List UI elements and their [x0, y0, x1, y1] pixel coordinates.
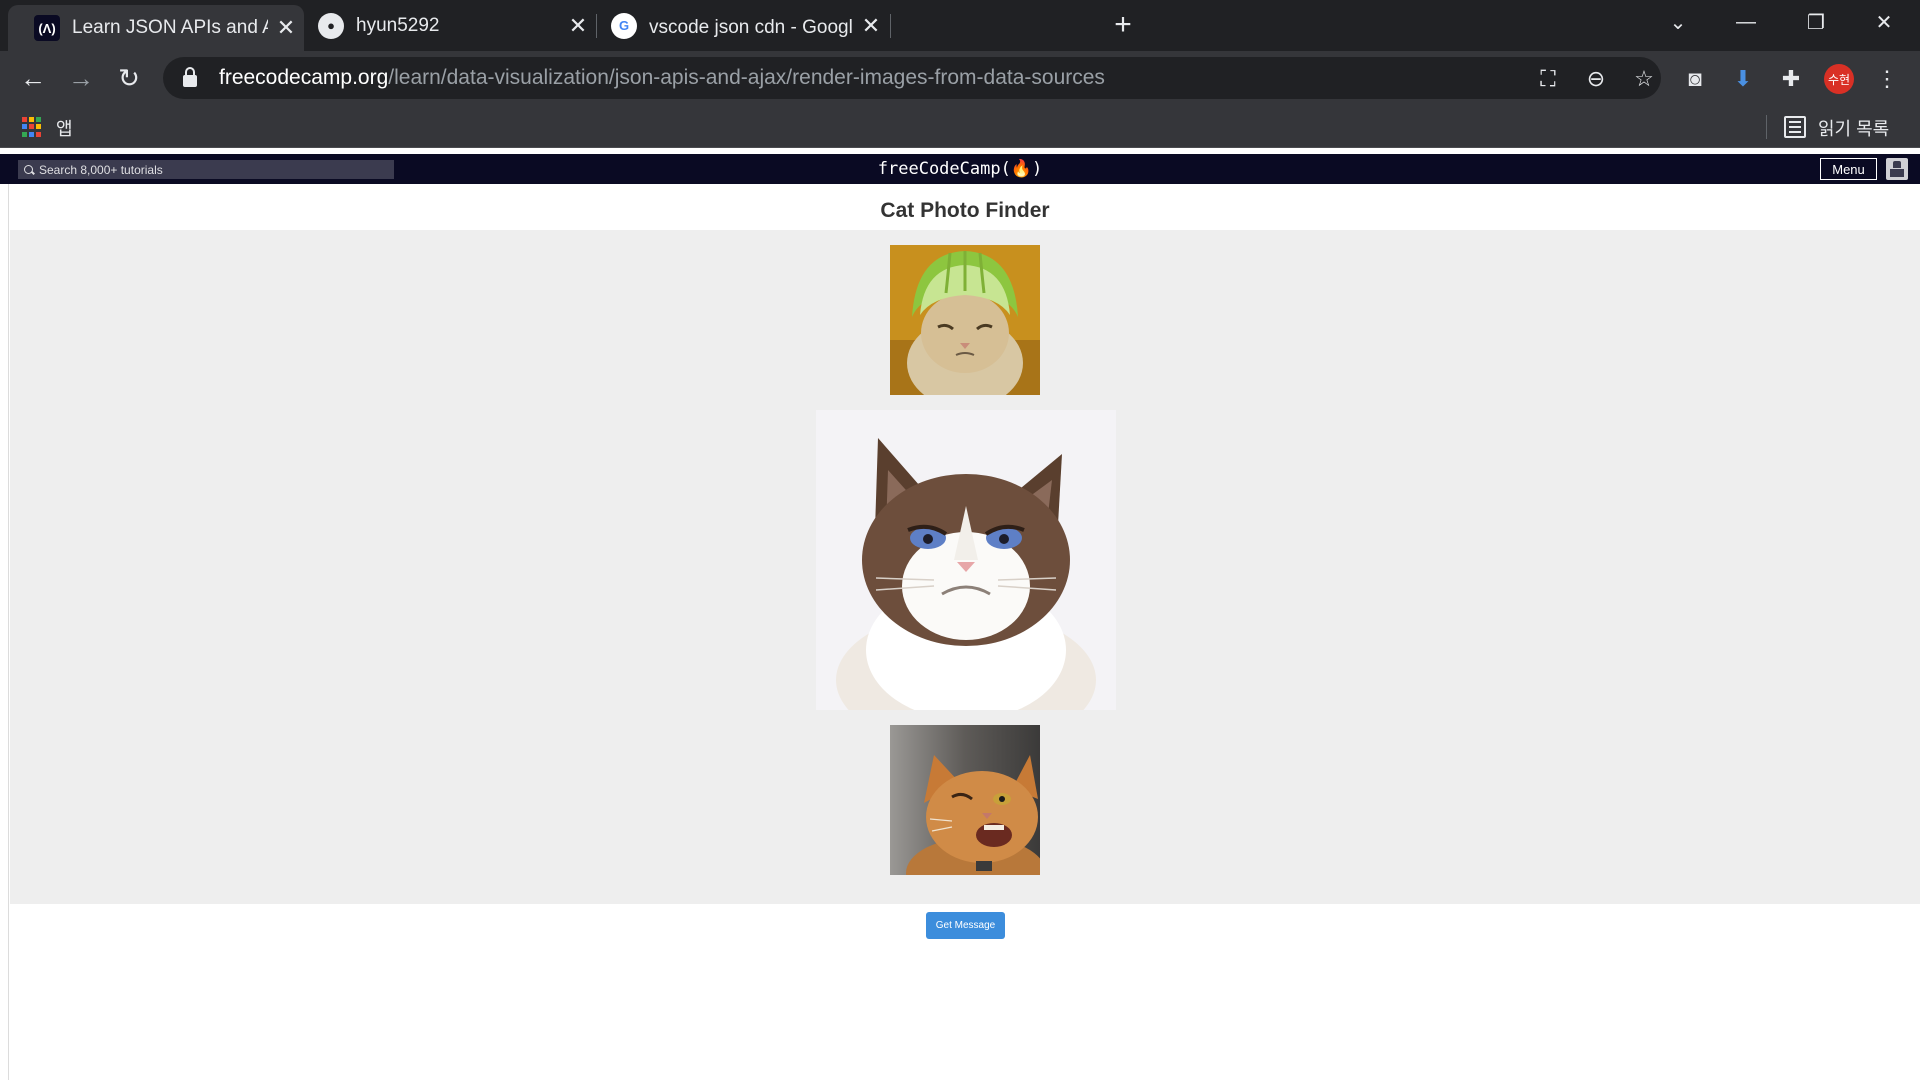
tab-separator	[890, 14, 891, 38]
reading-list-icon[interactable]	[1784, 116, 1806, 138]
tab-search-icon[interactable]: ⌄	[1650, 0, 1706, 44]
close-tab-icon[interactable]: ✕	[853, 13, 889, 39]
back-icon[interactable]: ←	[14, 59, 52, 97]
tab-google-search[interactable]: G vscode json cdn - Google 검색 ✕	[597, 0, 889, 51]
tab-title: hyun5292	[356, 14, 440, 36]
tab-title: Learn JSON APIs and Ajax: Rend	[72, 17, 268, 38]
address-bar[interactable]: freecodecamp.org/learn/data-visualizatio…	[163, 57, 1661, 99]
lock-icon	[183, 67, 197, 87]
new-tab-icon[interactable]: +	[1106, 8, 1140, 42]
get-message-button[interactable]: Get Message	[926, 912, 1005, 939]
user-avatar-icon[interactable]	[1886, 158, 1908, 180]
bookmark-separator	[1766, 115, 1767, 139]
orange-cat-illustration	[890, 725, 1040, 875]
forward-icon[interactable]: →	[62, 59, 100, 97]
bookmark-star-icon[interactable]: ☆	[1631, 66, 1657, 92]
extensions-icon[interactable]: ✚	[1776, 64, 1806, 94]
cat-lime-illustration	[890, 245, 1040, 395]
browser-toolbar: ← → ↻ freecodecamp.org/learn/data-visual…	[0, 51, 1920, 105]
reading-list-label[interactable]: 읽기 목록	[1818, 115, 1889, 141]
menu-button[interactable]: Menu	[1820, 158, 1877, 180]
restore-icon[interactable]: ❐	[1788, 0, 1844, 44]
profile-avatar[interactable]: 수현	[1824, 64, 1854, 94]
url-path: /learn/data-visualization/json-apis-and-…	[388, 66, 1105, 89]
translate-icon[interactable]: ⛶	[1535, 66, 1561, 92]
tab-github[interactable]: ● hyun5292 ✕	[304, 0, 596, 51]
minimize-icon[interactable]: —	[1718, 0, 1774, 44]
more-menu-icon[interactable]: ⋮	[1872, 64, 1902, 94]
bookmarks-bar: 앱 읽기 목록	[0, 105, 1920, 148]
freecodecamp-icon: (Λ)	[34, 15, 60, 41]
download-icon[interactable]: ⬇	[1728, 64, 1758, 94]
google-icon: G	[611, 12, 637, 39]
message-area	[10, 230, 1920, 904]
apps-label[interactable]: 앱	[56, 115, 73, 141]
close-tab-icon[interactable]: ✕	[560, 13, 596, 39]
search-placeholder: Search 8,000+ tutorials	[39, 162, 163, 177]
browser-tabstrip: (Λ) Learn JSON APIs and Ajax: Rend ✕ ● h…	[0, 0, 1920, 51]
reload-icon[interactable]: ↻	[110, 59, 148, 97]
preview-pane: Cat Photo Finder Get Message	[10, 184, 1920, 1080]
grumpy-cat-image	[816, 410, 1116, 710]
cat-lime-helmet-image	[890, 245, 1040, 395]
search-icon	[24, 165, 33, 174]
tab-learn-json[interactable]: (Λ) Learn JSON APIs and Ajax: Rend ✕	[8, 5, 304, 51]
github-icon: ●	[318, 12, 344, 39]
close-tab-icon[interactable]: ✕	[268, 15, 304, 41]
orange-cat-image	[890, 725, 1040, 875]
close-window-icon[interactable]: ✕	[1856, 0, 1912, 44]
tab-title: vscode json cdn - Google 검색	[649, 17, 853, 38]
editor-pane-edge[interactable]	[0, 184, 9, 1080]
apps-icon[interactable]	[22, 117, 42, 137]
camera-icon[interactable]: ◙	[1680, 64, 1710, 94]
search-input[interactable]: Search 8,000+ tutorials	[18, 160, 394, 179]
grumpy-cat-illustration	[816, 410, 1116, 710]
url-host: freecodecamp.org	[219, 66, 389, 89]
page-title: Cat Photo Finder	[880, 199, 1050, 222]
fcc-navbar: Search 8,000+ tutorials freeCodeCamp(🔥) …	[0, 154, 1920, 184]
zoom-icon[interactable]: ⊖	[1583, 66, 1609, 92]
